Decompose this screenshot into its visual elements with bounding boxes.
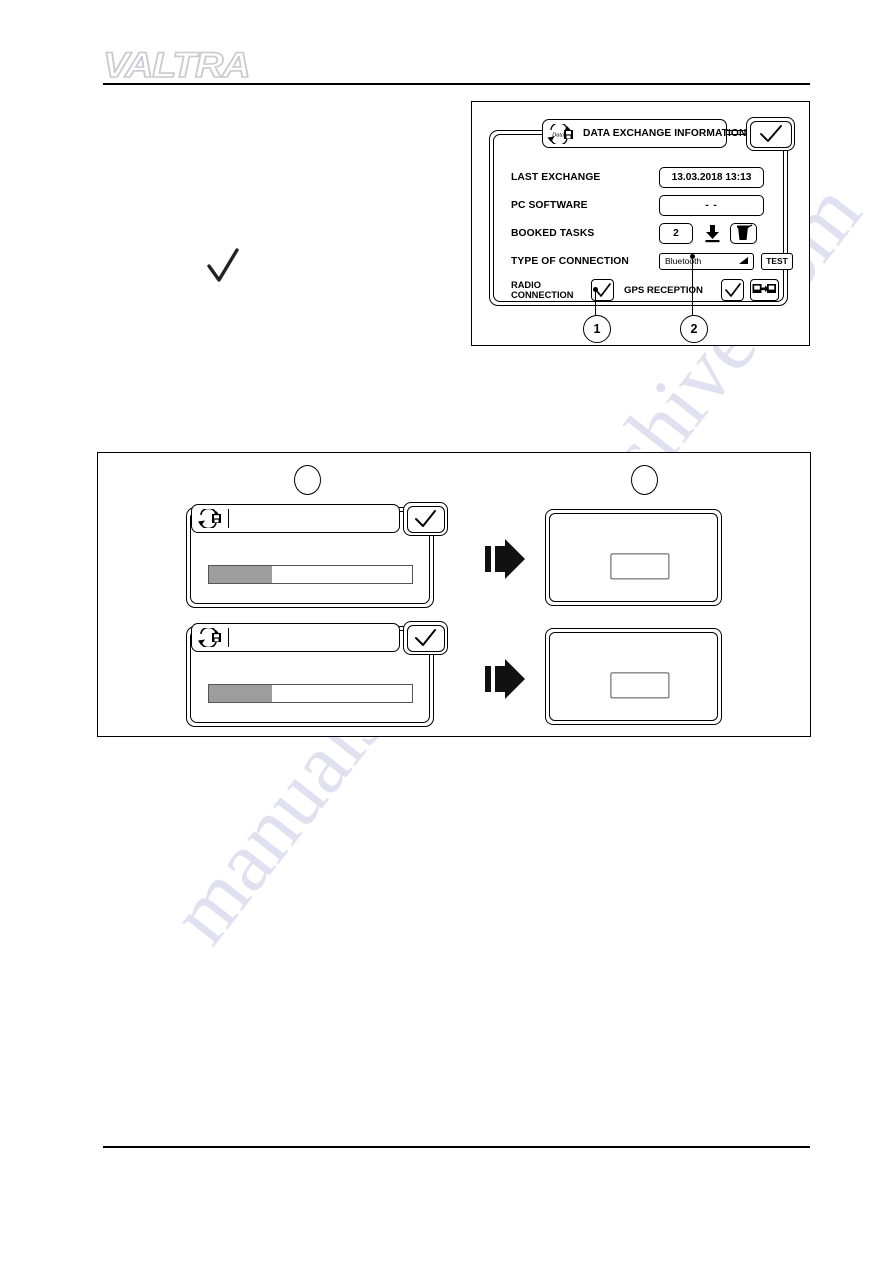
value-booked-tasks: 2 [659,222,693,244]
result-dialog-2 [545,628,722,725]
connection-dropdown[interactable]: Bluetooth [659,252,754,270]
checkmark-icon [415,510,436,527]
step-marker-2 [631,465,658,495]
label-radio-connection: RADIO CONNECTION [511,279,574,301]
dialog-title: DATA EXCHANGE INFORMATION [583,128,747,139]
callout-2: 2 [680,315,708,343]
hmi-screen: Data DATA EXCHANGE INFORMATION LAST EXCH… [489,117,795,306]
checkmark-icon [759,125,782,142]
value-last-exchange: 13.03.2018 13:13 [659,166,764,188]
step-marker-1 [294,465,321,495]
row-pc-software: PC SOFTWARE - - [511,191,769,219]
progress-dialog-1-title-bar [191,504,400,533]
result-dialog-1 [545,509,722,606]
trash-icon[interactable] [730,222,757,244]
gps-reception-checkbox[interactable] [721,279,744,301]
network-transfer-icon[interactable] [750,279,779,301]
row-booked-tasks: BOOKED TASKS 2 [511,219,769,247]
footer-rule [103,1146,810,1148]
progress-bar-2 [208,684,413,703]
figure-data-exchange-dialog: Data DATA EXCHANGE INFORMATION LAST EXCH… [471,101,810,346]
result-dialog-1-value-box [609,552,669,579]
progress-dialog-1 [186,502,448,608]
download-icon[interactable] [703,223,722,244]
title-divider [228,509,230,528]
label-pc-software: PC SOFTWARE [511,199,588,211]
checkmark-icon [724,282,741,297]
figure-data-exchange-flow [97,452,811,737]
data-exchange-icon: Data [547,121,574,146]
progress-dialog-2-confirm-button[interactable] [403,621,448,655]
connection-value: Bluetooth [665,256,702,266]
brand-logo: VALTRA [102,45,251,86]
body-checkmark-icon [206,244,240,288]
callout-1: 1 [583,315,611,343]
arrow-right-icon-2 [483,658,529,700]
arrow-right-icon-1 [483,538,529,580]
dialog-rows: LAST EXCHANGE 13.03.2018 13:13 PC SOFTWA… [511,163,793,305]
callout-1-leader [595,290,597,317]
row-radio-gps: RADIO CONNECTION GPS RECEPTION [511,275,779,305]
dialog-confirm-button[interactable] [746,117,795,151]
label-booked-tasks: BOOKED TASKS [511,227,595,239]
title-divider [228,628,230,647]
data-exchange-icon [198,507,225,529]
progress-bar-1-fill [209,566,272,583]
chevron-down-icon [739,256,748,264]
data-exchange-icon [198,626,225,648]
row-type-of-connection: TYPE OF CONNECTION Bluetooth TEST [511,247,793,275]
test-connection-button[interactable]: TEST [761,252,793,270]
callout-2-leader [692,257,694,317]
value-pc-software: - - [659,194,764,216]
dialog-title-bar: Data DATA EXCHANGE INFORMATION [542,119,746,148]
svg-text:Data: Data [551,132,564,138]
progress-dialog-1-confirm-button[interactable] [403,502,448,536]
label-last-exchange: LAST EXCHANGE [511,171,601,183]
result-dialog-2-value-box [609,671,669,698]
progress-bar-2-fill [209,685,272,702]
progress-dialog-2-title-bar [191,623,400,652]
progress-bar-1 [208,565,413,584]
checkmark-icon [415,629,436,646]
row-last-exchange: LAST EXCHANGE 13.03.2018 13:13 [511,163,769,191]
progress-dialog-2 [186,621,448,727]
header-rule [103,83,810,85]
label-type-of-connection: TYPE OF CONNECTION [511,255,629,267]
